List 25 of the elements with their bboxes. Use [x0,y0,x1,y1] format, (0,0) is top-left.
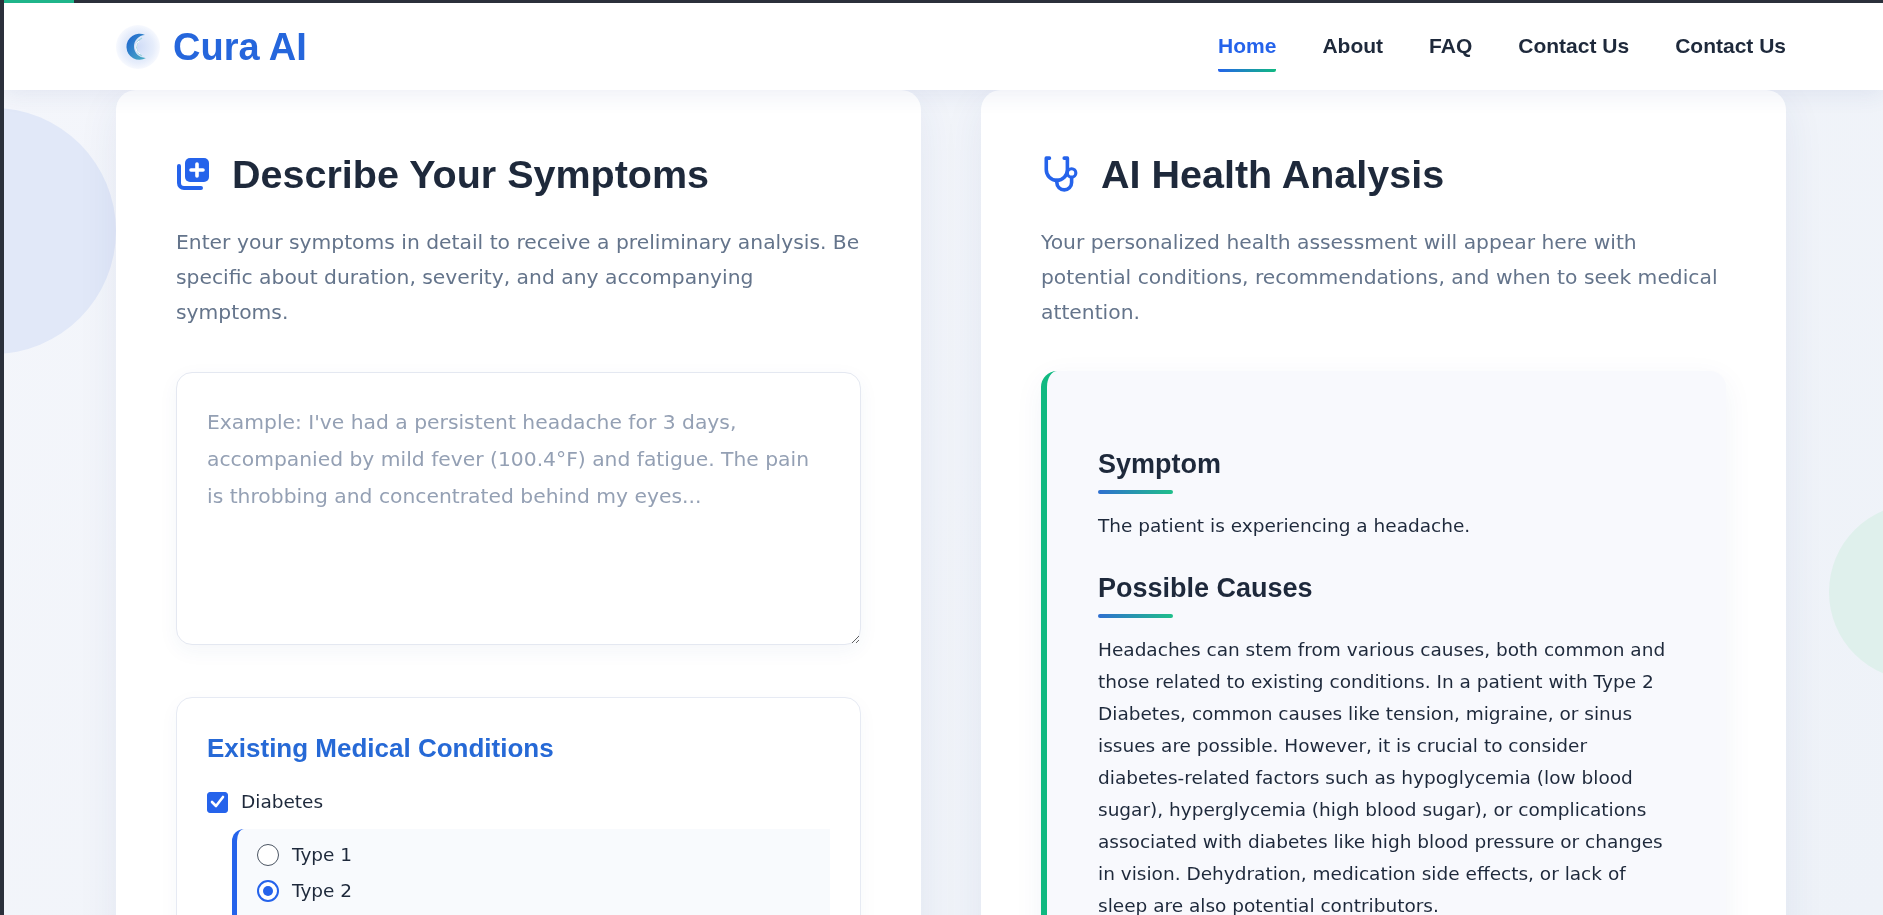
checkbox-label: Diabetes [241,790,324,814]
section-text: The patient is experiencing a headache. [1098,514,1472,538]
panel-title: AI Health Analysis [1101,151,1445,198]
nav-link[interactable]: Contact Us [1518,21,1630,72]
accent-stripe [4,0,74,3]
section-heading: Symptom [1098,449,1223,479]
checkbox[interactable] [207,791,228,813]
section-text: Headaches can stem from various causes, both common and those related to existing conditions. In a patient with Type 2 Diabetes, common causes like tension, migraine, or sinus issues are possible. However, it is crucial to consider diabetes-related factors such as hypoglycemia (low blood sugar), hyperglycemia (high blood sugar), or complications associated with diabetes like high blood pressure or changes in vision. Dehydration, medication side effects, or lack of sleep are also potential contributors. [1098,638,1667,915]
panel-title: Describe Your Symptoms [232,151,710,198]
radio-label: Type 1 [292,843,353,867]
logo-text: Cura AI [173,24,307,70]
medical-notes-icon [176,157,210,191]
panel-description: Enter your symptoms in detail to receive a preliminary analysis. Be specific about duration, severity, and any accompanying symptoms. [176,229,861,326]
section-heading: Possible Causes [1098,573,1314,603]
radio-label: Type 2 [292,879,353,903]
nav-link[interactable]: About [1322,21,1384,72]
logo-icon [116,24,160,69]
panel-description: Your personalized health assessment will appear here with potential conditions, recommendations, and when to seek medical attention. [1041,229,1719,326]
symptom-input[interactable]: Example: I've had a persistent headache for 3 days, accompanied by mild fever (100.4°F) and fatigue. The pain is throbbing and concentrated behind my eyes... [176,372,861,645]
conditions-title: Existing Medical Conditions [207,734,555,762]
radio-button[interactable] [257,844,279,866]
stethoscope-icon [1041,155,1079,193]
radio-button[interactable] [257,880,279,902]
nav-link[interactable]: FAQ [1429,21,1473,72]
nav-link[interactable]: Contact Us [1675,21,1786,72]
